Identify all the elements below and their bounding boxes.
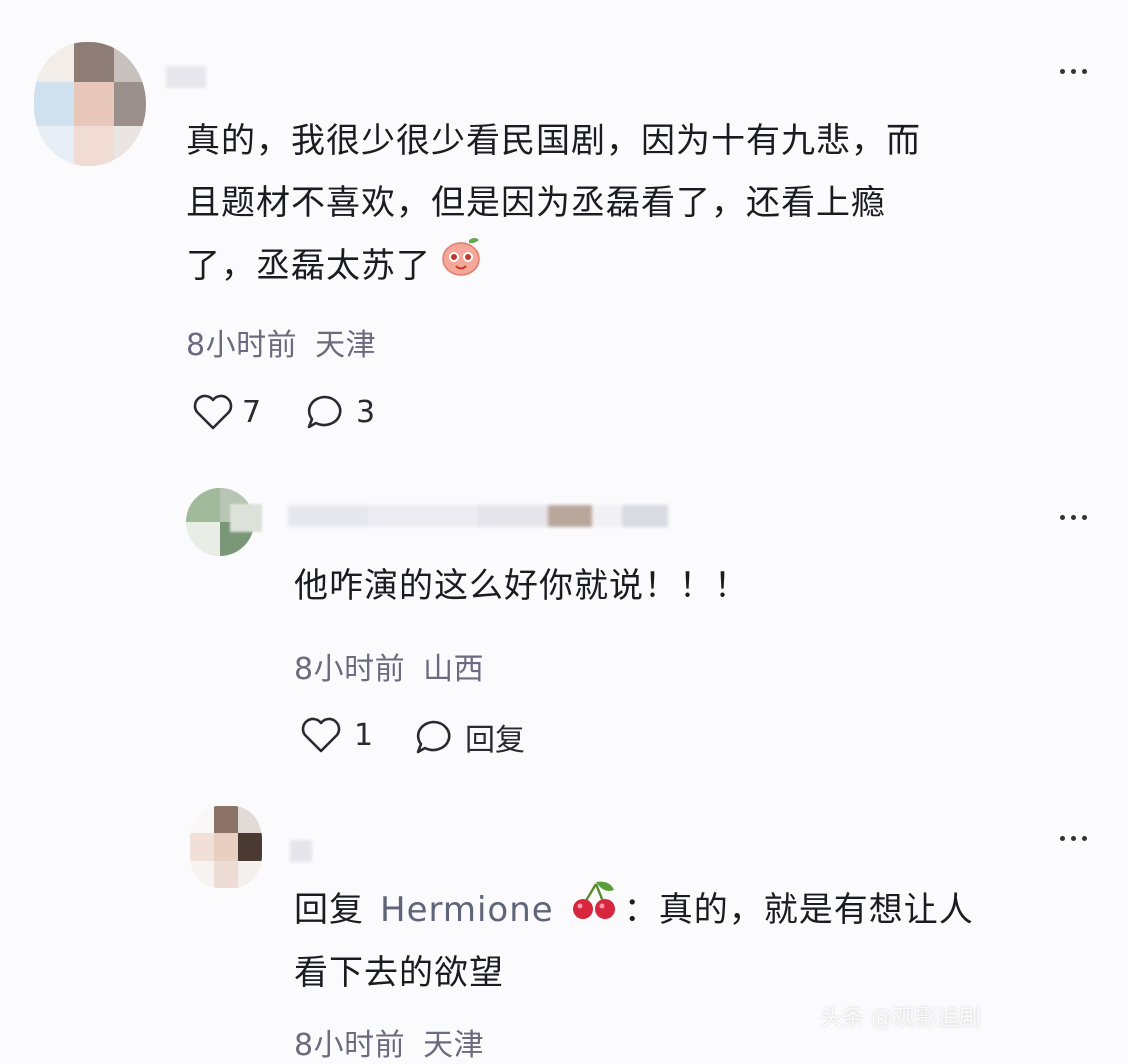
reply-prefix: 回复 <box>294 890 364 930</box>
like-count: 7 <box>242 394 262 430</box>
username[interactable] <box>166 66 206 88</box>
location: 天津 <box>423 1028 485 1063</box>
comment-meta: 8小时前 山西 <box>294 644 484 688</box>
cherry-emoji <box>570 878 618 942</box>
comment-text: 回复 Hermione ：真的，就是有想让人 看下去的欲望 <box>294 878 1094 1004</box>
timestamp: 8小时前 <box>294 1028 406 1063</box>
more-options-icon[interactable] <box>1060 515 1087 520</box>
like-button[interactable]: 1 <box>300 715 373 755</box>
timestamp: 8小时前 <box>186 328 298 363</box>
location: 天津 <box>315 328 377 363</box>
reply-to-username[interactable]: Hermione <box>380 879 554 941</box>
comment-meta: 8小时前 天津 <box>186 320 376 364</box>
comment-bubble-icon <box>416 720 451 754</box>
comment-text: 真的，我很少很少看民国剧，因为十有九悲，而 且题材不喜欢，但是因为丞磊看了，还看… <box>186 110 1086 298</box>
like-button[interactable]: 7 <box>192 392 261 432</box>
reply-button[interactable]: 3 <box>304 392 375 432</box>
username[interactable] <box>290 840 312 862</box>
reply-count: 3 <box>356 394 376 430</box>
avatar-overlay <box>230 504 262 532</box>
more-options-icon[interactable] <box>1060 69 1087 74</box>
heart-icon <box>301 717 341 753</box>
watermark: 头条 @观影追剧 <box>820 1006 981 1031</box>
like-count: 1 <box>354 717 374 753</box>
comment-meta: 8小时前 天津 <box>294 1020 484 1064</box>
peach-face-emoji <box>439 234 483 298</box>
comment-bubble-icon <box>307 395 342 429</box>
more-options-icon[interactable] <box>1060 836 1087 841</box>
timestamp: 8小时前 <box>294 652 406 687</box>
comment-text: 他咋演的这么好你就说！！！ <box>294 566 749 606</box>
heart-icon <box>193 394 233 430</box>
avatar[interactable] <box>34 42 146 166</box>
reply-button[interactable]: 回复 <box>413 715 525 759</box>
username[interactable] <box>288 505 668 527</box>
avatar[interactable] <box>190 806 262 888</box>
location: 山西 <box>423 652 485 687</box>
reply-label: 回复 <box>465 723 525 758</box>
